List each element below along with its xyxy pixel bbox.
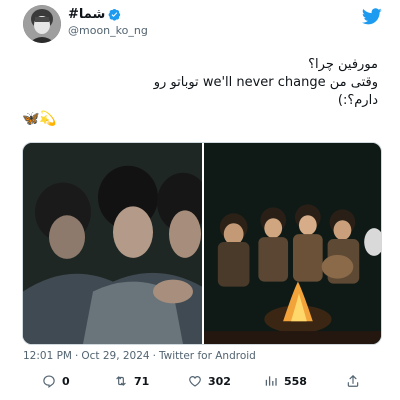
tweet-line-2: وقتی من we'll never change توباتو رو bbox=[153, 75, 378, 90]
display-name-text: شما# bbox=[68, 7, 106, 22]
reply-count: 0 bbox=[62, 374, 70, 388]
media-photo-right[interactable] bbox=[204, 143, 381, 344]
retweet-count: 71 bbox=[134, 374, 150, 388]
tweet-source: Twitter for Android bbox=[158, 350, 256, 362]
like-count: 302 bbox=[208, 374, 231, 388]
like-button[interactable]: 302 bbox=[188, 370, 231, 392]
tweet-emojis: 🦋💫 bbox=[22, 111, 57, 127]
views-button[interactable]: 558 bbox=[264, 370, 307, 392]
tweet-time: 12:01 PM bbox=[23, 350, 72, 362]
share-icon bbox=[347, 375, 359, 387]
twitter-bird-icon[interactable] bbox=[362, 8, 382, 25]
share-button[interactable] bbox=[346, 370, 360, 392]
tweet-text: مورفین چرا؟ وقتی من we'll never change ت… bbox=[22, 56, 378, 110]
avatar[interactable] bbox=[23, 5, 61, 43]
media-grid bbox=[22, 142, 382, 345]
group-photo-image bbox=[23, 143, 202, 344]
tweet-card: شما# @moon_ko_ng مورفین چرا؟ وقتی من we'… bbox=[0, 0, 400, 400]
tweet-line-3: دارم؟:) bbox=[337, 93, 378, 108]
action-bar: 0 71 302 558 bbox=[22, 370, 382, 392]
handle[interactable]: @moon_ko_ng bbox=[68, 24, 148, 37]
timestamp-separator: · bbox=[75, 350, 79, 362]
tweet-line-1: مورفین چرا؟ bbox=[308, 57, 378, 72]
reply-icon bbox=[43, 375, 55, 388]
avatar-image bbox=[23, 5, 61, 43]
verified-badge-icon bbox=[108, 8, 121, 21]
heart-icon bbox=[189, 376, 201, 387]
view-count: 558 bbox=[284, 374, 307, 388]
display-name[interactable]: شما# bbox=[68, 7, 121, 22]
reply-button[interactable]: 0 bbox=[42, 370, 70, 392]
views-bar-chart-icon bbox=[265, 376, 277, 386]
retweet-button[interactable]: 71 bbox=[114, 370, 149, 392]
timestamp-separator: · bbox=[152, 350, 156, 362]
tweet-date: Oct 29, 2024 bbox=[81, 350, 150, 362]
tweet-timestamp[interactable]: 12:01 PM · Oct 29, 2024 · Twitter for Androi… bbox=[23, 350, 256, 362]
media-photo-left[interactable] bbox=[23, 143, 202, 344]
retweet-icon bbox=[116, 376, 126, 386]
campfire-photo-image bbox=[204, 143, 381, 344]
